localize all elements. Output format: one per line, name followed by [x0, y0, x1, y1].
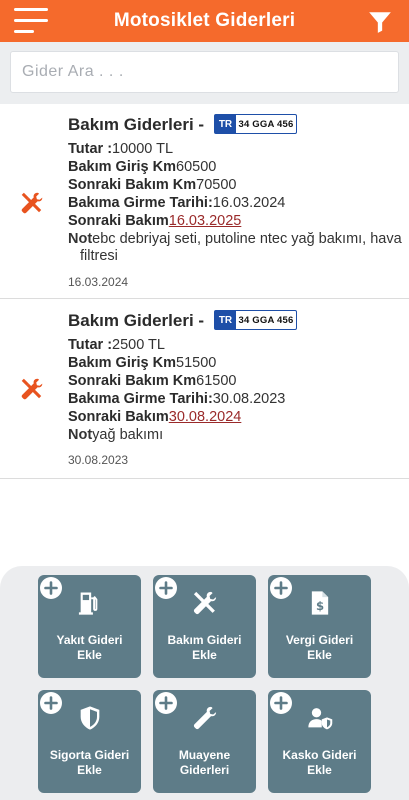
- amount-label: Tutar :: [68, 337, 113, 353]
- fuel-pump-icon: [78, 592, 98, 615]
- km-in-row: Bakım Giriş Km51500: [68, 355, 216, 371]
- next-service-date-link[interactable]: 30.08.2024: [169, 409, 242, 425]
- amount-value: 2500 TL: [112, 337, 165, 353]
- page-title: Motosiklet Giderleri: [113, 10, 296, 31]
- menu-button[interactable]: [10, 6, 48, 36]
- note-text: ebc debriyaj seti, putoline ntec yağ bak…: [92, 231, 402, 247]
- app-bar: Motosiklet Giderleri: [0, 0, 409, 42]
- plate-number: 34 GGA 456: [238, 314, 294, 326]
- km-in-value: 60500: [176, 159, 217, 175]
- hamburger-menu-icon-line: [14, 19, 48, 22]
- hamburger-menu-icon: [14, 8, 48, 11]
- add-kasko-expense-label: Kasko Gideri Ekle: [282, 748, 357, 777]
- km-next-label: Sonraki Bakım Km: [68, 177, 197, 193]
- plus-icon: [155, 577, 177, 599]
- next-service-row: Sonraki Bakım16.03.2025: [68, 213, 241, 229]
- note-label: Not: [68, 427, 93, 443]
- add-maintenance-expense-label: Bakım Gideri Ekle: [167, 633, 242, 662]
- tools-icon: [21, 378, 43, 400]
- amount-row: Tutar :10000 TL: [68, 141, 173, 157]
- hamburger-menu-icon-line: [14, 30, 34, 33]
- date-in-value: 16.03.2024: [212, 195, 286, 211]
- date-in-row: Bakıma Girme Tarihi:16.03.2024: [68, 195, 285, 211]
- plus-icon: [155, 692, 177, 714]
- wrench-icon: [193, 706, 217, 730]
- next-service-label: Sonraki Bakım: [68, 409, 169, 425]
- note-row: Notebc debriyaj seti, putoline ntec yağ …: [68, 231, 402, 247]
- plate-number: 34 GGA 456: [238, 118, 294, 130]
- expense-date: 16.03.2024: [68, 275, 129, 289]
- svg-text:$: $: [316, 599, 324, 613]
- note-label: Not: [68, 231, 93, 247]
- add-maintenance-expense-button[interactable]: Bakım Gideri Ekle: [153, 575, 256, 678]
- inspection-expenses-label: Muayene Giderleri: [178, 748, 231, 777]
- plus-icon: [270, 577, 292, 599]
- plate-country: TR: [215, 311, 236, 329]
- action-panel: Yakıt Gideri Ekle Bakım Gideri Ekle $ Ve…: [0, 566, 409, 800]
- add-tax-expense-label: Vergi Gideri Ekle: [285, 633, 354, 662]
- add-tax-expense-button[interactable]: $ Vergi Gideri Ekle: [268, 575, 371, 678]
- inspection-expenses-button[interactable]: Muayene Giderleri: [153, 690, 256, 793]
- add-kasko-expense-button[interactable]: Kasko Gideri Ekle: [268, 690, 371, 793]
- plus-icon: [40, 577, 62, 599]
- search-input[interactable]: [10, 51, 399, 93]
- shield-icon: [80, 706, 100, 730]
- tools-icon: [21, 192, 43, 214]
- km-in-value: 51500: [176, 355, 217, 371]
- next-service-label: Sonraki Bakım: [68, 213, 169, 229]
- add-insurance-expense-label: Sigorta Gideri Ekle: [49, 748, 130, 777]
- km-in-label: Bakım Giriş Km: [68, 355, 176, 371]
- date-in-label: Bakıma Girme Tarihi:: [68, 391, 213, 407]
- km-in-label: Bakım Giriş Km: [68, 159, 176, 175]
- km-next-value: 70500: [196, 177, 237, 193]
- next-service-date-link[interactable]: 16.03.2025: [169, 213, 242, 229]
- amount-row: Tutar :2500 TL: [68, 337, 165, 353]
- km-next-row: Sonraki Bakım Km70500: [68, 177, 236, 193]
- list-item[interactable]: Bakım Giderleri - TR 34 GGA 456 Tutar :1…: [0, 104, 409, 299]
- date-in-row: Bakıma Girme Tarihi:30.08.2023: [68, 391, 285, 407]
- expense-date: 30.08.2023: [68, 453, 129, 467]
- plus-icon: [40, 692, 62, 714]
- note-text-continued: filtresi: [80, 248, 118, 264]
- km-next-label: Sonraki Bakım Km: [68, 373, 197, 389]
- amount-value: 10000 TL: [112, 141, 174, 157]
- license-plate: TR 34 GGA 456: [214, 114, 297, 134]
- km-next-value: 61500: [196, 373, 237, 389]
- filter-icon: [369, 12, 391, 33]
- plus-icon: [270, 692, 292, 714]
- tools-icon: [193, 591, 217, 615]
- add-fuel-expense-button[interactable]: Yakıt Gideri Ekle: [38, 575, 141, 678]
- add-insurance-expense-button[interactable]: Sigorta Gideri Ekle: [38, 690, 141, 793]
- next-service-row: Sonraki Bakım30.08.2024: [68, 409, 241, 425]
- amount-label: Tutar :: [68, 141, 113, 157]
- add-fuel-expense-label: Yakıt Gideri Ekle: [56, 633, 123, 662]
- user-shield-icon: [308, 708, 333, 730]
- date-in-value: 30.08.2023: [212, 391, 286, 407]
- note-row: Notyağ bakımı: [68, 427, 163, 443]
- filter-button[interactable]: [367, 9, 393, 35]
- tax-document-icon: $: [311, 591, 329, 615]
- date-in-label: Bakıma Girme Tarihi:: [68, 195, 213, 211]
- note-text: yağ bakımı: [92, 427, 164, 443]
- expense-title: Bakım Giderleri -: [68, 115, 205, 134]
- km-next-row: Sonraki Bakım Km61500: [68, 373, 236, 389]
- license-plate: TR 34 GGA 456: [214, 310, 297, 330]
- list-item[interactable]: Bakım Giderleri - TR 34 GGA 456 Tutar :2…: [0, 300, 409, 479]
- km-in-row: Bakım Giriş Km60500: [68, 159, 216, 175]
- search-bar: [0, 42, 409, 104]
- expense-title: Bakım Giderleri -: [68, 311, 205, 330]
- plate-country: TR: [215, 115, 236, 133]
